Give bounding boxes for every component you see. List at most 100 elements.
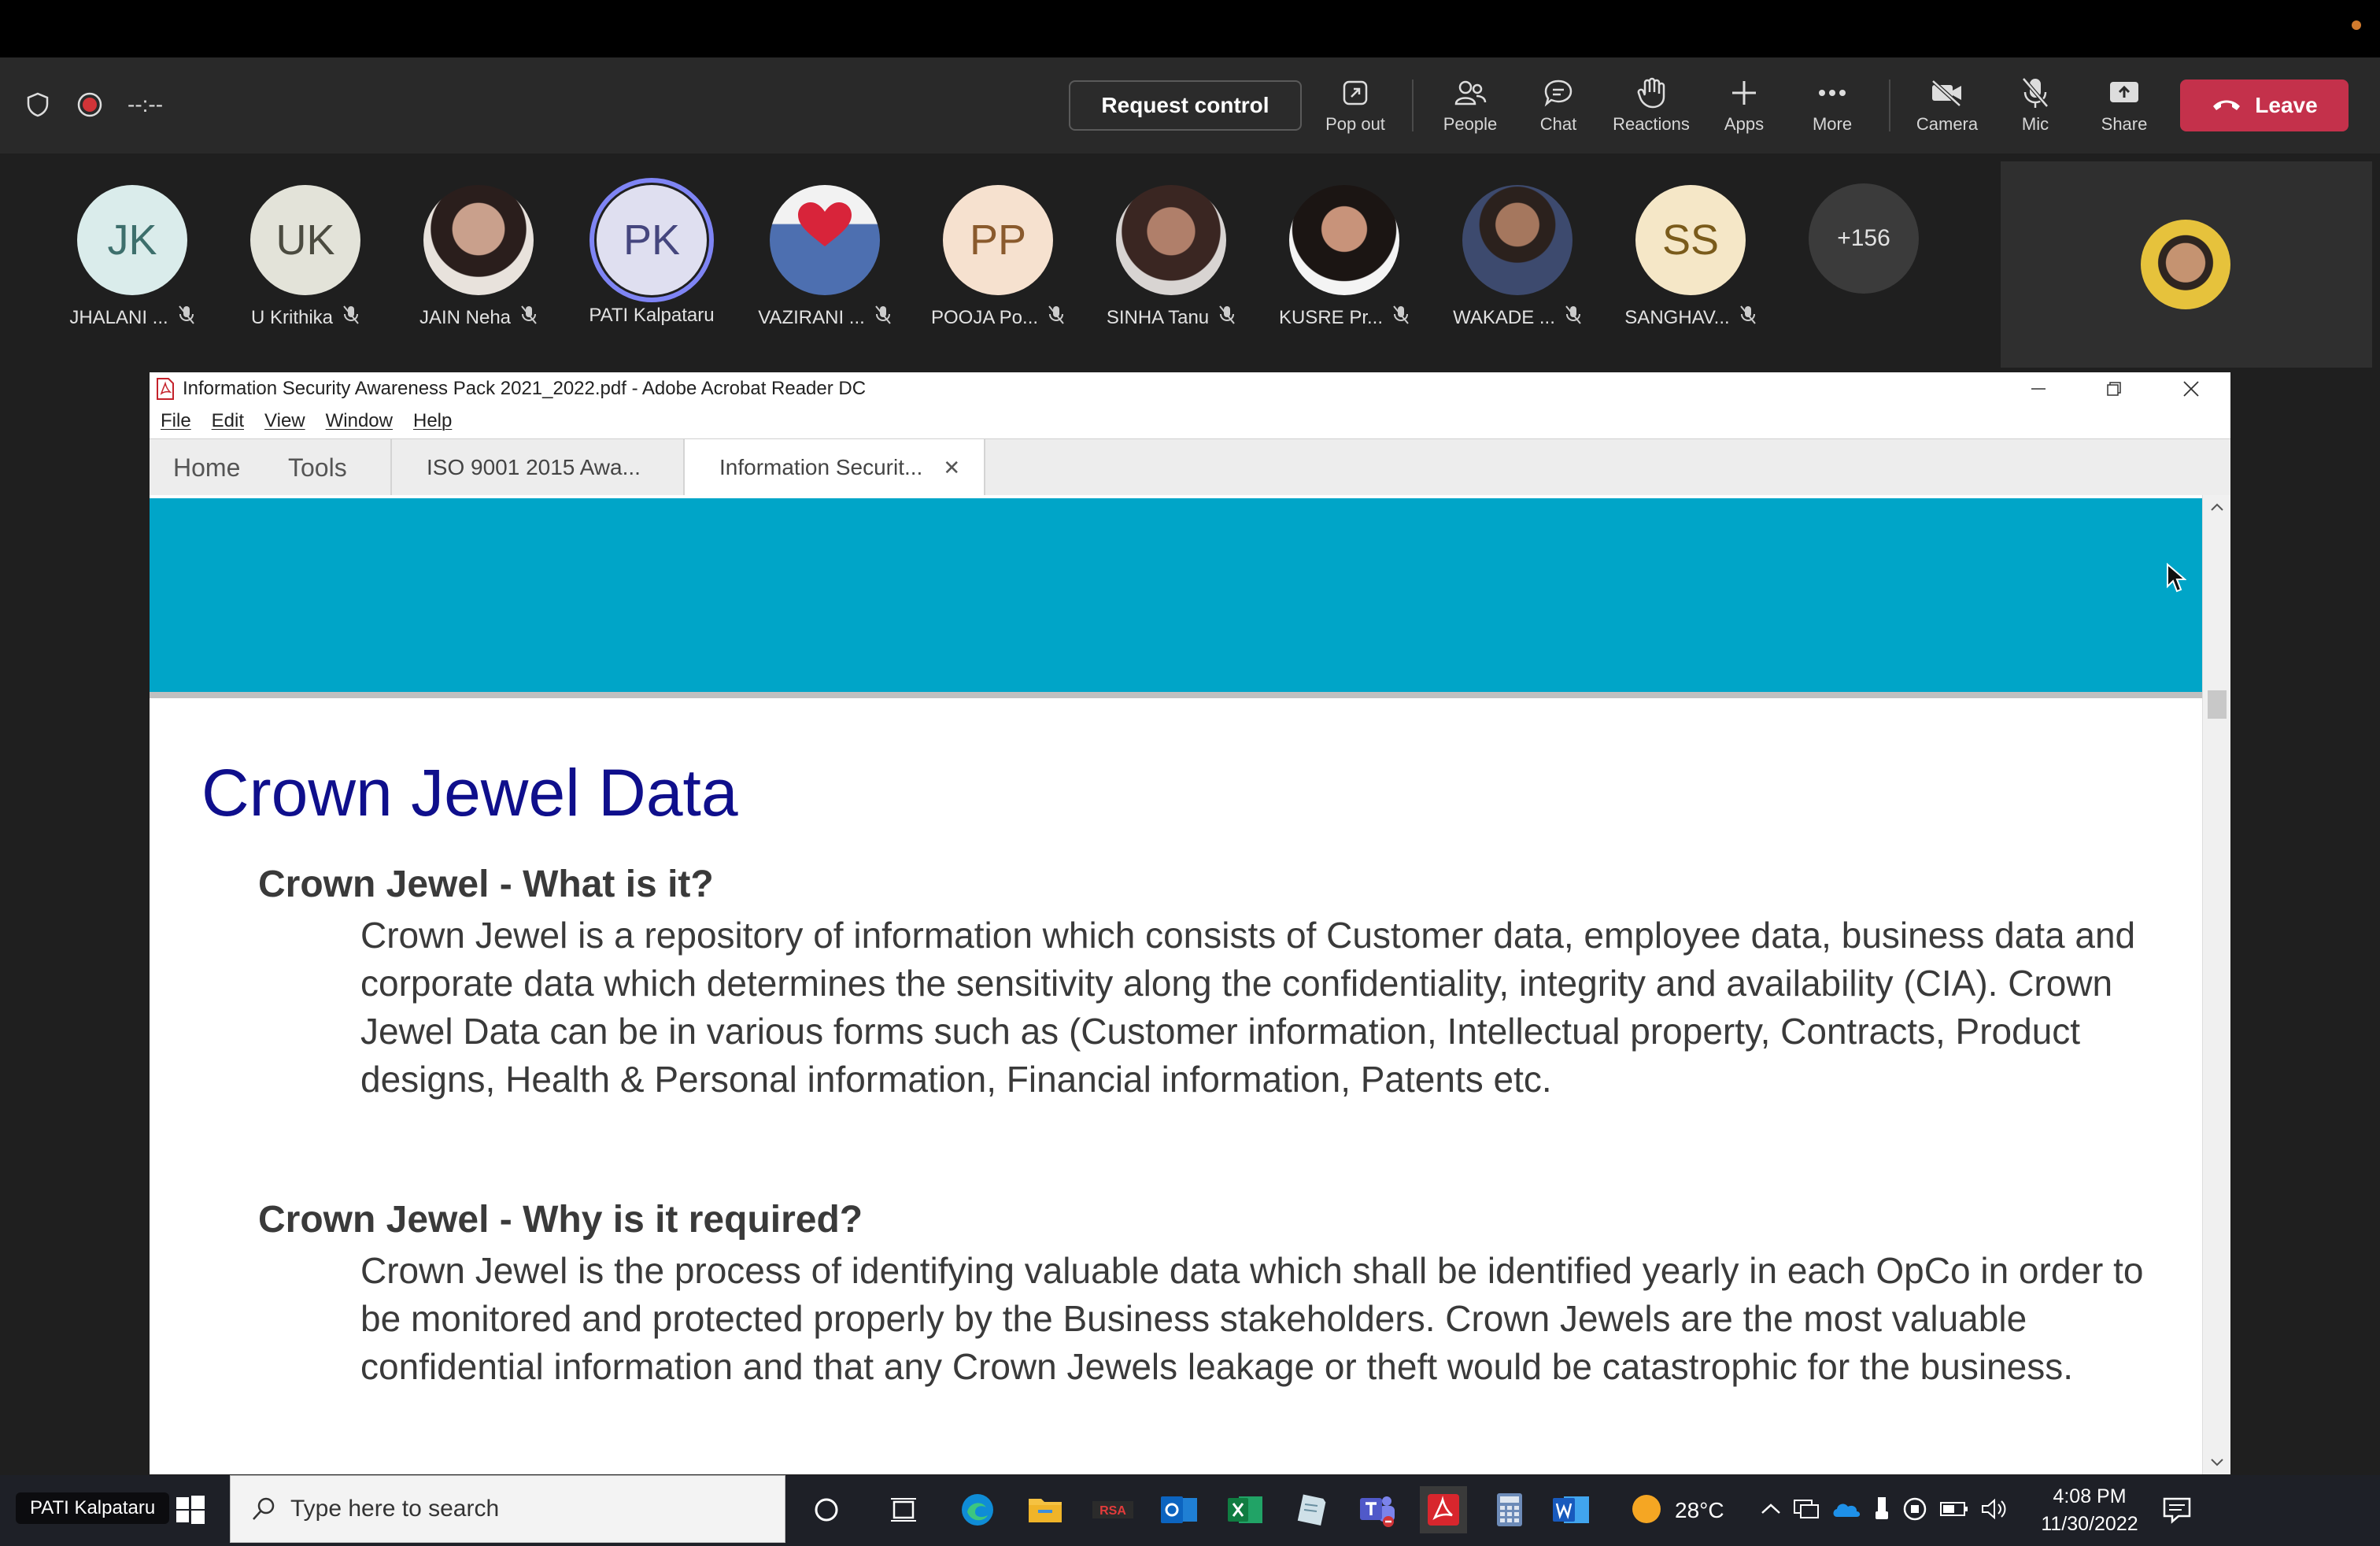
presenter-name: PATI Kalpataru [16,1492,170,1524]
participant-tile[interactable]: UK U Krithika [227,185,384,331]
avatar: JK [77,185,187,295]
participant-tile[interactable]: JK JHALANI ... [54,185,211,331]
participant-tile[interactable]: WAKADE ... [1439,185,1596,331]
banner-divider [150,692,2202,698]
document-view[interactable]: Crown Jewel Data Crown Jewel - What is i… [150,495,2202,1474]
participant-tile[interactable]: PP POOJA Po... [919,185,1077,331]
avatar [1116,185,1226,295]
participant-tile[interactable]: SINHA Tanu [1092,185,1250,331]
edge-browser-icon[interactable] [954,1486,1001,1533]
task-view-icon[interactable] [880,1486,927,1533]
scrollbar-thumb[interactable] [2208,690,2227,719]
screen: --:-- Request control Pop out People Cha… [0,0,2380,1546]
mic-muted-icon [1218,305,1236,331]
word-icon[interactable] [1547,1486,1595,1533]
section-paragraph: Crown Jewel is the process of identifyin… [360,1250,2144,1387]
participants-strip: JK JHALANI ... UK U Krithika JAIN Neha P… [0,153,1999,366]
chevron-up-icon[interactable] [1760,1501,1782,1521]
participant-name: SANGHAV... [1624,306,1730,328]
participant-name: VAZIRANI ... [758,306,865,328]
people-button[interactable]: People [1437,73,1503,144]
vertical-scrollbar[interactable] [2202,495,2230,1474]
close-window-button[interactable] [2153,372,2229,405]
scroll-up-icon[interactable] [2203,495,2231,519]
tab-label: Information Securit... [719,455,923,479]
participant-tile[interactable]: SS SANGHAV... [1612,185,1769,331]
chat-button[interactable]: Chat [1527,73,1590,144]
menu-file[interactable]: File [161,410,191,432]
pop-out-button[interactable]: Pop out [1322,73,1388,144]
avatar: SS [1635,185,1746,295]
windows-start-icon[interactable] [175,1494,206,1526]
mic-muted-icon [520,305,538,331]
participant-tile[interactable]: KUSRE Pr... [1266,185,1423,331]
heart-icon [798,202,852,246]
search-input[interactable] [290,1496,731,1522]
more-icon [1817,73,1847,113]
camera-label: Camera [1916,114,1979,134]
minimize-button[interactable] [2001,372,2076,405]
clock-date: 11/30/2022 [2041,1513,2138,1535]
tab-tools[interactable]: Tools [288,439,347,496]
cortana-icon[interactable] [803,1486,850,1533]
menu-help[interactable]: Help [413,410,452,432]
acrobat-reader-icon[interactable] [1420,1486,1467,1533]
menu-edit[interactable]: Edit [212,410,244,432]
restore-icon [2107,382,2121,396]
participant-name: KUSRE Pr... [1278,306,1384,328]
excel-icon[interactable] [1221,1486,1269,1533]
notifications-icon[interactable] [2153,1486,2201,1533]
toolbar-divider [1412,80,1414,131]
participant-tile[interactable]: VAZIRANI ... [746,185,904,331]
tab-home[interactable]: Home [173,439,240,496]
reactions-button[interactable]: Reactions [1606,73,1697,144]
leave-button[interactable]: Leave [2180,80,2349,131]
security-tray-icon[interactable] [1901,1496,1928,1526]
camera-button[interactable]: Camera [1909,73,1985,144]
notepad-icon[interactable] [1288,1486,1335,1533]
acrobat-window: Information Security Awareness Pack 2021… [150,372,2230,1474]
teams-icon[interactable] [1354,1486,1401,1533]
volume-icon[interactable] [1980,1497,2009,1525]
weather-widget[interactable]: 28°C [1629,1475,1724,1546]
pop-out-label: Pop out [1325,114,1385,134]
taskbar-clock[interactable]: 4:08 PM 11/30/2022 [2031,1483,2149,1538]
people-icon [1453,73,1488,113]
network-icon[interactable] [1793,1497,1820,1525]
onedrive-icon[interactable] [1831,1498,1862,1524]
more-button[interactable]: More [1799,73,1865,144]
shield-icon [24,91,52,119]
close-tab-icon[interactable]: ✕ [943,456,960,480]
self-avatar [2141,220,2230,309]
outlook-icon[interactable] [1155,1486,1203,1533]
menu-window[interactable]: Window [326,410,393,432]
tab-bar: Home Tools ISO 9001 2015 Awa... Informat… [150,438,2230,496]
avatar [1289,185,1399,295]
restore-button[interactable] [2076,372,2152,405]
rsa-token-icon[interactable]: RSA [1089,1486,1136,1533]
participant-name: PATI Kalpataru [589,305,715,326]
file-explorer-icon[interactable] [1022,1486,1069,1533]
taskbar-search[interactable] [230,1475,785,1543]
menu-view[interactable]: View [264,410,305,432]
participant-tile-active-speaker[interactable]: PK PATI Kalpataru [573,178,730,327]
apps-button[interactable]: Apps [1713,73,1776,144]
tab-document-infosec[interactable]: Information Securit... ✕ [683,439,985,496]
more-participants-button[interactable]: +156 [1785,183,1942,294]
tab-document-iso[interactable]: ISO 9001 2015 Awa... [390,439,689,496]
mic-button[interactable]: Mic [2005,73,2065,144]
self-video-tile[interactable] [2001,161,2372,368]
request-control-button[interactable]: Request control [1069,80,1302,131]
battery-icon[interactable] [1939,1500,1969,1522]
scroll-down-icon[interactable] [2203,1451,2231,1474]
calculator-icon[interactable] [1486,1486,1533,1533]
plus-icon [1729,73,1759,113]
usb-device-icon[interactable] [1873,1496,1890,1526]
mouse-cursor-icon [2166,562,2187,598]
section-heading: Crown Jewel - Why is it required? [258,1199,863,1241]
mic-muted-icon [342,305,360,331]
avatar [1462,185,1572,295]
participant-tile[interactable]: JAIN Neha [400,185,557,331]
weather-temp: 28°C [1675,1498,1724,1522]
share-button[interactable]: Share [2089,73,2160,144]
